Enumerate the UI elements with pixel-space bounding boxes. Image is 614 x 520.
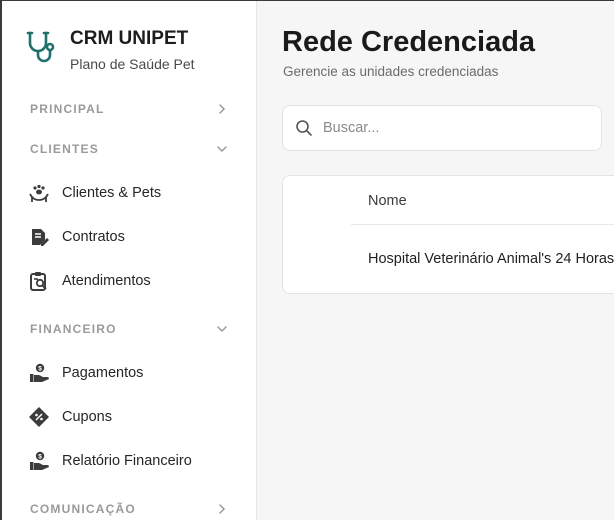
section-clientes[interactable]: CLIENTES [30, 139, 228, 159]
sidebar-item-label: Cupons [62, 409, 112, 425]
pets-icon [28, 182, 50, 204]
report-icon: $ [28, 450, 50, 472]
clipboard-icon [28, 270, 50, 292]
header-divider [351, 224, 614, 225]
section-comunicacao[interactable]: COMUNICAÇÃO [30, 499, 228, 519]
sidebar-item-contratos[interactable]: Contratos [28, 222, 240, 252]
chevron-right-icon [219, 104, 226, 114]
coupon-icon [28, 406, 50, 428]
credenciada-table: Nome Hospital Veterinário Animal's 24 Ho… [282, 175, 614, 294]
section-label: PRINCIPAL [30, 102, 105, 116]
page-title: Rede Credenciada [282, 26, 536, 58]
sidebar-item-atendimentos[interactable]: Atendimentos [28, 266, 240, 296]
section-label: FINANCEIRO [30, 322, 117, 336]
sidebar-item-label: Contratos [62, 229, 125, 245]
sidebar-item-pagamentos[interactable]: $ Pagamentos [28, 358, 240, 388]
chevron-right-icon [219, 504, 226, 514]
svg-text:$: $ [38, 366, 42, 373]
sidebar: CRM UNIPET Plano de Saúde Pet PRINCIPAL … [2, 1, 257, 520]
chevron-down-icon [217, 146, 227, 153]
section-label: CLIENTES [30, 142, 99, 156]
sidebar-item-relatorio-financeiro[interactable]: $ Relatório Financeiro [28, 446, 240, 476]
search-icon [296, 120, 312, 136]
sidebar-item-label: Relatório Financeiro [62, 453, 192, 469]
table-row[interactable]: Hospital Veterinário Animal's 24 Horas [368, 251, 614, 267]
contract-icon [28, 226, 50, 248]
stethoscope-icon [26, 31, 55, 63]
section-label: COMUNICAÇÃO [30, 502, 136, 516]
svg-text:$: $ [38, 454, 42, 461]
sidebar-item-label: Clientes & Pets [62, 185, 162, 201]
sidebar-item-cupons[interactable]: Cupons [28, 402, 240, 432]
sidebar-item-clientes-pets[interactable]: Clientes & Pets [28, 178, 240, 208]
section-principal[interactable]: PRINCIPAL [30, 99, 228, 119]
search-box[interactable] [282, 105, 602, 151]
chevron-down-icon [217, 326, 227, 333]
brand-title: CRM UNIPET [70, 28, 189, 49]
section-financeiro[interactable]: FINANCEIRO [30, 319, 228, 339]
brand: CRM UNIPET Plano de Saúde Pet [24, 27, 195, 72]
brand-subtitle: Plano de Saúde Pet [70, 56, 195, 72]
sidebar-item-label: Atendimentos [62, 273, 151, 289]
sidebar-item-label: Pagamentos [62, 365, 144, 381]
search-input[interactable] [323, 120, 583, 136]
payment-icon: $ [28, 362, 50, 384]
page-subtitle: Gerencie as unidades credenciadas [283, 64, 499, 79]
column-header-nome[interactable]: Nome [368, 193, 407, 209]
